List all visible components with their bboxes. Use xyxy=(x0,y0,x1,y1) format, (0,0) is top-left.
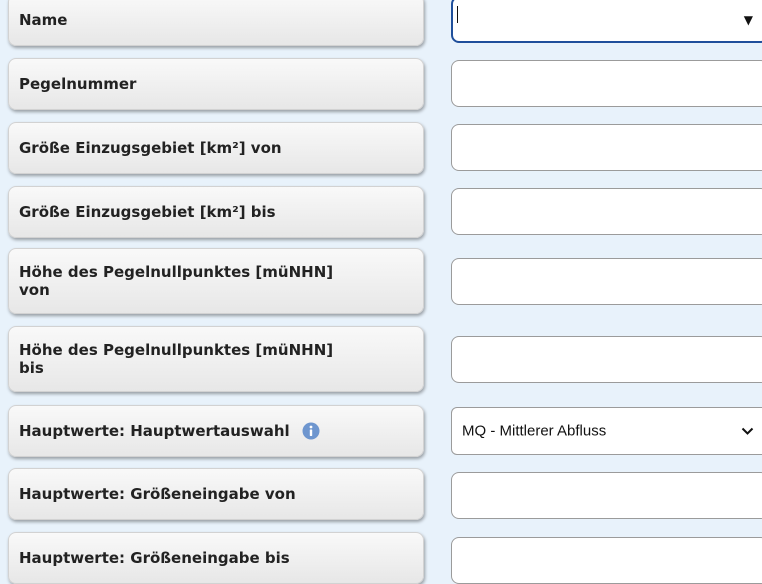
groesseneingabe-von-input[interactable] xyxy=(451,472,762,519)
pegelnullpunkt-bis-input[interactable] xyxy=(451,336,762,383)
groesseneingabe-bis-label: Hauptwerte: Größeneingabe bis xyxy=(8,532,424,584)
hauptwertauswahl-label: Hauptwerte: Hauptwertauswahl xyxy=(8,405,424,457)
hauptwertauswahl-selected-value: MQ - Mittlerer Abfluss xyxy=(462,422,607,440)
hauptwertauswahl-label-text: Hauptwerte: Hauptwertauswahl xyxy=(19,422,290,440)
name-combobox[interactable]: ▼ xyxy=(451,0,762,43)
name-label: Name xyxy=(8,0,424,46)
pegelnullpunkt-bis-label-line1: Höhe des Pegelnullpunktes [müNHN] xyxy=(19,341,334,359)
pegelnullpunkt-bis-label: Höhe des Pegelnullpunktes [müNHN] bis xyxy=(8,326,424,392)
pegelnummer-input[interactable] xyxy=(451,60,762,107)
einzugsgebiet-von-label-text: Größe Einzugsgebiet [km²] von xyxy=(19,139,282,157)
pegelnullpunkt-von-input[interactable] xyxy=(451,258,762,305)
einzugsgebiet-bis-input[interactable] xyxy=(451,188,762,235)
groesseneingabe-bis-label-text: Hauptwerte: Größeneingabe bis xyxy=(19,549,290,567)
chevron-down-icon[interactable] xyxy=(741,427,754,435)
pegelnullpunkt-bis-label-line2: bis xyxy=(19,359,44,377)
einzugsgebiet-von-input[interactable] xyxy=(451,124,762,171)
groesseneingabe-von-label: Hauptwerte: Größeneingabe von xyxy=(8,468,424,520)
pegelnullpunkt-von-label-line1: Höhe des Pegelnullpunktes [müNHN] xyxy=(19,263,334,281)
einzugsgebiet-bis-label-text: Größe Einzugsgebiet [km²] bis xyxy=(19,203,276,221)
pegelnullpunkt-von-label: Höhe des Pegelnullpunktes [müNHN] von xyxy=(8,248,424,314)
name-label-text: Name xyxy=(19,11,68,29)
text-caret xyxy=(457,6,458,23)
pegelnullpunkt-von-label-line2: von xyxy=(19,281,50,299)
einzugsgebiet-von-label: Größe Einzugsgebiet [km²] von xyxy=(8,122,424,174)
info-icon[interactable] xyxy=(302,422,320,440)
pegelnummer-label-text: Pegelnummer xyxy=(19,75,137,93)
triangle-down-icon[interactable]: ▼ xyxy=(744,13,753,27)
groesseneingabe-bis-input[interactable] xyxy=(451,537,762,584)
search-form: Name ▼ Pegelnummer Größe Einzugsgebiet [… xyxy=(0,0,762,584)
einzugsgebiet-bis-label: Größe Einzugsgebiet [km²] bis xyxy=(8,186,424,238)
hauptwertauswahl-select[interactable]: MQ - Mittlerer Abfluss xyxy=(451,407,762,455)
groesseneingabe-von-label-text: Hauptwerte: Größeneingabe von xyxy=(19,485,296,503)
pegelnummer-label: Pegelnummer xyxy=(8,58,424,110)
